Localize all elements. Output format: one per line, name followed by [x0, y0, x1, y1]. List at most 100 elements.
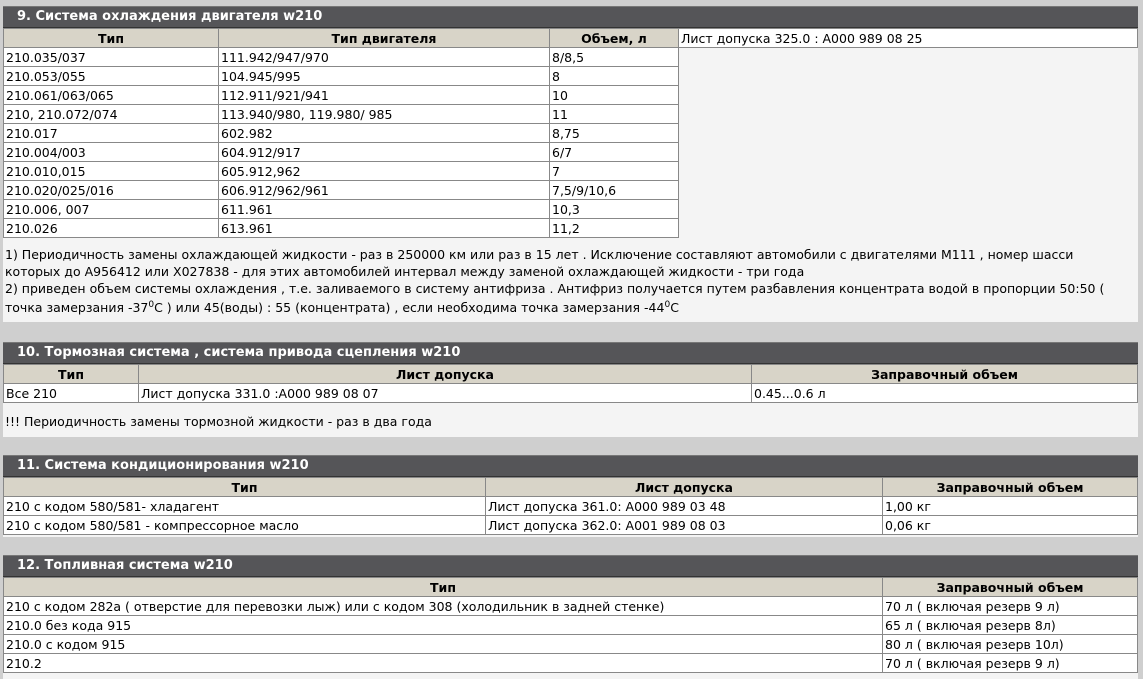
cell: 210.017	[3, 123, 219, 143]
table-header-row: Тип Лист допуска Заправочный объем	[3, 477, 1138, 497]
cell: 210.0 без кода 915	[3, 615, 883, 635]
note-line: точка замерзания -370С ) или 45(воды) : …	[5, 297, 1136, 316]
cell: 604.912/917	[218, 142, 550, 162]
note-line: 1) Периодичность замены охлаждающей жидк…	[5, 247, 1074, 262]
cell: 210.035/037	[3, 47, 219, 67]
cell: 210.020/025/016	[3, 180, 219, 200]
fuel-table: Тип Заправочный объем 210 с кодом 282а (…	[3, 577, 1138, 673]
cell: 1,00 кг	[882, 496, 1138, 516]
cell: Все 210	[3, 383, 139, 403]
cell: 210.053/055	[3, 66, 219, 86]
column-header: Заправочный объем	[882, 577, 1138, 597]
table-row: 210.061/063/065 112.911/921/941 10	[3, 85, 1138, 105]
table-header-row: Тип Тип двигателя Объем, л Лист допуска …	[3, 28, 1138, 48]
cell: 602.982	[218, 123, 550, 143]
table-row: 210.004/003 604.912/917 6/7	[3, 142, 1138, 162]
cell: 210.004/003	[3, 142, 219, 162]
cell: 10,3	[549, 199, 679, 219]
cell: 70 л ( включая резерв 9 л)	[882, 653, 1138, 673]
cell: 104.945/995	[218, 66, 550, 86]
cell: 7,5/9/10,6	[549, 180, 679, 200]
column-header: Заправочный объем	[751, 364, 1138, 384]
table-row: 210.010,015 605.912,962 7	[3, 161, 1138, 181]
note-text: С ) или 45(воды) : 55 (концентрата) , ес…	[154, 300, 665, 316]
cell: 210 с кодом 580/581- хладагент	[3, 496, 486, 516]
cell: 210 с кодом 580/581 - компрессорное масл…	[3, 515, 486, 535]
cell: 210.0 с кодом 915	[3, 634, 883, 654]
table-row: 210 с кодом 282а ( отверстие для перевоз…	[3, 596, 1138, 616]
ac-table: Тип Лист допуска Заправочный объем 210 с…	[3, 477, 1138, 535]
cell: 6/7	[549, 142, 679, 162]
note-line: 2) приведен объем системы охлаждения , т…	[5, 281, 1105, 296]
cell: 8/8,5	[549, 47, 679, 67]
section-fuel-system: 12. Топливная система w210 Тип Заправочн…	[3, 555, 1138, 679]
cell: 210 с кодом 282а ( отверстие для перевоз…	[3, 596, 883, 616]
section-cooling-system: 9. Система охлаждения двигателя w210 Тип…	[3, 6, 1138, 322]
cell: 210.006, 007	[3, 199, 219, 219]
table-row: 210.2 70 л ( включая резерв 9 л)	[3, 653, 1138, 673]
note-text: точка замерзания -37	[5, 300, 149, 316]
section-air-conditioning: 11. Система кондиционирования w210 Тип Л…	[3, 455, 1138, 537]
cell: 210.026	[3, 218, 219, 238]
cell: Лист допуска 331.0 :А000 989 08 07	[138, 383, 752, 403]
table-row: 210.0 с кодом 915 80 л ( включая резерв 1…	[3, 634, 1138, 654]
note-text: С	[670, 300, 679, 316]
brake-note: !!! Периодичность замены тормозной жидко…	[5, 414, 432, 429]
cell: 0,06 кг	[882, 515, 1138, 535]
cell: 210.2	[3, 653, 883, 673]
cooling-table: Тип Тип двигателя Объем, л Лист допуска …	[3, 28, 1138, 238]
column-header: Тип	[3, 28, 219, 48]
column-header: Объем, л	[549, 28, 679, 48]
cell: 8,75	[549, 123, 679, 143]
cell: 606.912/962/961	[218, 180, 550, 200]
cell: Лист допуска 362.0: А001 989 08 03	[485, 515, 883, 535]
cell: 11	[549, 104, 679, 124]
cell: 0.45...0.6 л	[751, 383, 1138, 403]
column-header: Лист допуска	[485, 477, 883, 497]
approval-cell: Лист допуска 325.0 : А000 989 08 25	[678, 28, 1138, 48]
table-row: 210.0 без кода 915 65 л ( включая резерв …	[3, 615, 1138, 635]
table-row: 210 с кодом 580/581- хладагент Лист допус…	[3, 496, 1138, 516]
cell: 605.912,962	[218, 161, 550, 181]
cell: 113.940/980, 119.980/ 985	[218, 104, 550, 124]
cell: 112.911/921/941	[218, 85, 550, 105]
cell: 210, 210.072/074	[3, 104, 219, 124]
cell: 210.010,015	[3, 161, 219, 181]
cell: 613.961	[218, 218, 550, 238]
table-row: 210.053/055 104.945/995 8	[3, 66, 1138, 86]
table-row: 210 с кодом 580/581 - компрессорное масл…	[3, 515, 1138, 535]
table-row: Все 210 Лист допуска 331.0 :А000 989 08 0…	[3, 383, 1138, 403]
cell: 65 л ( включая резерв 8л)	[882, 615, 1138, 635]
cell: 10	[549, 85, 679, 105]
cell: 111.942/947/970	[218, 47, 550, 67]
table-row: 210.035/037 111.942/947/970 8/8,5	[3, 47, 1138, 67]
column-header: Заправочный объем	[882, 477, 1138, 497]
cell: 611.961	[218, 199, 550, 219]
cell: 8	[549, 66, 679, 86]
section-title: 12. Топливная система w210	[3, 555, 1138, 577]
table-row: 210.006, 007 611.961 10,3	[3, 199, 1138, 219]
cell: 70 л ( включая резерв 9 л)	[882, 596, 1138, 616]
column-header: Лист допуска	[138, 364, 752, 384]
section-title: 9. Система охлаждения двигателя w210	[3, 6, 1138, 28]
section-brake-system: 10. Тормозная система , система привода …	[3, 342, 1138, 437]
table-header-row: Тип Лист допуска Заправочный объем	[3, 364, 1138, 384]
column-header: Тип двигателя	[218, 28, 550, 48]
cell: 11,2	[549, 218, 679, 238]
cooling-notes: 1) Периодичность замены охлаждающей жидк…	[3, 238, 1138, 316]
table-row: 210, 210.072/074 113.940/980, 119.980/ 98…	[3, 104, 1138, 124]
table-row: 210.020/025/016 606.912/962/961 7,5/9/10,6	[3, 180, 1138, 200]
column-header: Тип	[3, 364, 139, 384]
table-row: 210.017 602.982 8,75	[3, 123, 1138, 143]
brake-table: Тип Лист допуска Заправочный объем Все 2…	[3, 364, 1138, 403]
cell: 210.061/063/065	[3, 85, 219, 105]
section-title: 11. Система кондиционирования w210	[3, 455, 1138, 477]
cell: 80 л ( включая резерв 10л)	[882, 634, 1138, 654]
note-line: которых до А956412 или Х027838 - для эти…	[5, 264, 805, 279]
column-header: Тип	[3, 477, 486, 497]
cell: 7	[549, 161, 679, 181]
table-row: 210.026 613.961 11,2	[3, 218, 1138, 238]
column-header: Тип	[3, 577, 883, 597]
cell: Лист допуска 361.0: А000 989 03 48	[485, 496, 883, 516]
section-title: 10. Тормозная система , система привода …	[3, 342, 1138, 364]
